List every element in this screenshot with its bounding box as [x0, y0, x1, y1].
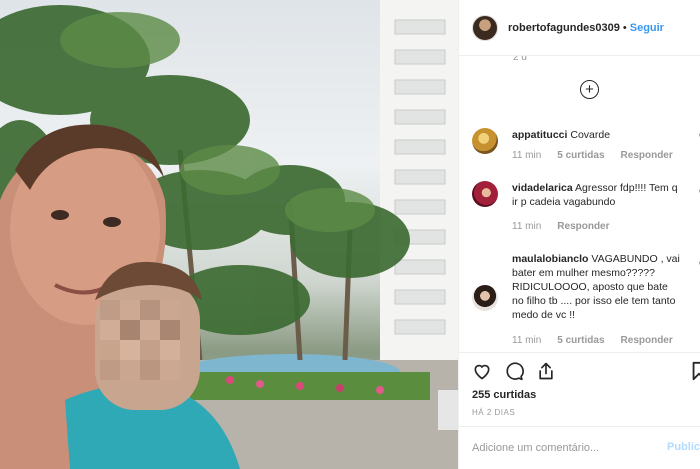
share-icon[interactable] [536, 361, 556, 381]
comment-avatar[interactable] [472, 128, 498, 154]
heart-icon[interactable] [472, 361, 492, 381]
author-avatar[interactable] [472, 14, 498, 41]
comment-text-block: appatitucci Covarde [512, 128, 682, 142]
follow-button[interactable]: Seguir [630, 22, 664, 34]
comment-username[interactable]: maulalobianclo [512, 253, 588, 265]
likes-count[interactable]: 255 curtidas [472, 389, 536, 401]
post-header: robertofagundes0309 • Seguir [459, 0, 700, 56]
author-username[interactable]: robertofagundes0309 [508, 22, 620, 34]
post-time[interactable]: HÁ 2 DIAS [472, 408, 515, 417]
comment-username[interactable]: appatitucci [512, 129, 567, 141]
header-separator: • [622, 21, 627, 34]
post-photo [0, 0, 458, 469]
comment-meta: 11 min Responder [512, 221, 610, 232]
comment-time[interactable]: 11 min [512, 150, 541, 161]
comment-avatar[interactable] [472, 285, 498, 311]
reply-button[interactable]: Responder [621, 150, 673, 161]
reply-button[interactable]: Responder [557, 221, 609, 232]
post-sidebar: robertofagundes0309 • Seguir 2 d + appat… [458, 0, 700, 469]
cut-timestamp: 2 d [513, 56, 527, 63]
comment-icon[interactable] [504, 361, 524, 381]
photo-scene [0, 0, 458, 469]
bookmark-icon [692, 361, 700, 381]
save-button[interactable] [691, 361, 700, 381]
comments-list[interactable]: 2 d + appatitucci Covarde 11 min 5 curti… [459, 56, 700, 352]
comment-text-block: vidadelarica Agressor fdp!!!! Tem q ir p… [512, 181, 682, 209]
plus-circle-icon: + [585, 81, 594, 98]
comment-text: Covarde [570, 129, 611, 141]
comment-input[interactable] [472, 442, 652, 454]
post-actions: 255 curtidas HÁ 2 DIAS [459, 352, 700, 426]
comment-time[interactable]: 11 min [512, 221, 541, 232]
add-comment-bar: Publicar [459, 426, 700, 469]
action-icons-row [472, 361, 556, 381]
comment-meta: 11 min 5 curtidas Responder [512, 150, 673, 161]
comment-likes[interactable]: 5 curtidas [557, 150, 604, 161]
comment-text-block: maulalobianclo VAGABUNDO , vai bater em … [512, 252, 682, 322]
comment-likes[interactable]: 5 curtidas [557, 335, 604, 346]
reply-button[interactable]: Responder [621, 335, 673, 346]
comment-time[interactable]: 11 min [512, 335, 541, 346]
comment-meta: 11 min 5 curtidas Responder [512, 335, 673, 346]
publish-button[interactable]: Publicar [667, 441, 700, 453]
comment-username[interactable]: vidadelarica [512, 182, 573, 194]
comment-avatar[interactable] [472, 181, 498, 207]
load-more-comments-button[interactable]: + [580, 80, 599, 99]
